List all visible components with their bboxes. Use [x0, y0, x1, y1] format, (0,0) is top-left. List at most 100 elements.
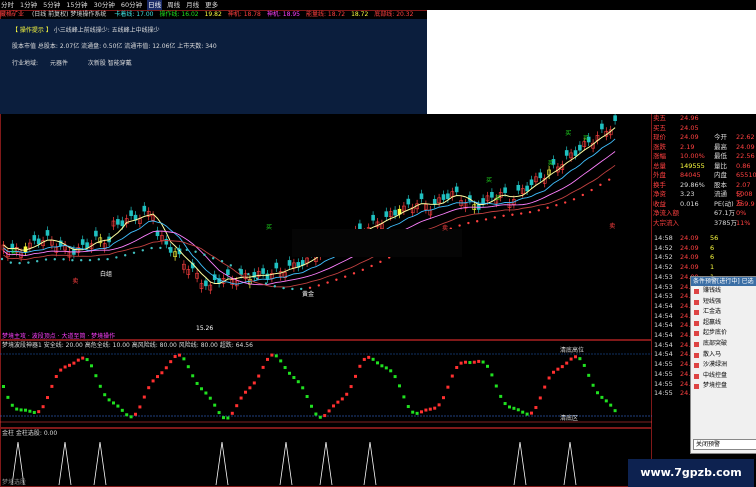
quote-v-4: 10.00% [680, 152, 705, 160]
indicator-bar [314, 412, 318, 416]
indicator-bar [596, 391, 599, 395]
candle-body [129, 210, 133, 217]
alert-popup[interactable]: 条件预警[进行中] 已选股 赚钱线 短线强 汇金选 超赢线 起步底价 底部突破 散入马 沙漠绿… [690, 276, 756, 454]
tab-6[interactable]: 日线 [147, 0, 163, 10]
overlay-title: 【 操作提示 】 [12, 27, 52, 34]
buy-marker-4: 买 [548, 159, 554, 167]
tab-3[interactable]: 15分钟 [65, 0, 88, 10]
tab-4[interactable]: 30分钟 [93, 0, 116, 10]
indicator-bar [521, 410, 525, 414]
tab-2[interactable]: 5分钟 [42, 0, 61, 10]
quote-v2-3: 24.09 [736, 142, 755, 151]
info-item-0: 卡着线: 17.00 [114, 11, 154, 18]
popup-item-9[interactable]: 梦境控盘 [691, 381, 756, 392]
trend-dot [467, 221, 470, 225]
tick-t-11: 14:54 [654, 340, 673, 349]
popup-item-2[interactable]: 汇金选 [691, 307, 756, 318]
tick-t-4: 14:53 [654, 272, 673, 281]
candle-body [538, 172, 543, 179]
popup-item-7[interactable]: 沙漠绿洲 [691, 360, 756, 371]
tab-7[interactable]: 周线 [166, 0, 181, 10]
indicator-bar [195, 381, 199, 385]
indicator-bar [402, 395, 406, 399]
trend-dot [484, 218, 488, 221]
quote-v-2: 24.09 [680, 133, 699, 141]
indicator-bar [94, 374, 98, 378]
quote-l2-7: 股本 [714, 180, 727, 189]
indicator-bar [340, 397, 344, 401]
indicator-bar [134, 412, 137, 416]
indicator-bar [222, 416, 225, 420]
candle-body [358, 223, 362, 230]
info-item-6: 18.72 [351, 11, 369, 18]
popup-item-0[interactable]: 赚钱线 [691, 286, 756, 297]
tick-row-2: 14:52 24.09 6 [652, 253, 756, 262]
quote-l-1: 买五 [653, 123, 666, 132]
quote-v-5: 149555 [680, 161, 705, 170]
trend-dot [18, 261, 21, 265]
trend-dot [599, 183, 602, 187]
popup-item-4[interactable]: 起步底价 [691, 328, 756, 339]
trend-dot [150, 246, 153, 250]
indicator-bar [547, 376, 551, 380]
trend-dot [528, 210, 532, 214]
tab-9[interactable]: 更多 [204, 0, 219, 10]
indicator-bar [32, 410, 36, 414]
popup-title[interactable]: 条件预警[进行中] 已选股 [691, 277, 756, 294]
indicator-bar [464, 360, 467, 364]
quote-l-11: 大宗流入 [653, 218, 679, 227]
volume-header: 金柱 金柱选股: 0.00 [2, 429, 57, 437]
indicator-bar [125, 413, 129, 417]
popup-item-1[interactable]: 短线强 [691, 297, 756, 308]
trend-dot [124, 254, 127, 257]
quote-l-3: 涨跌 [653, 142, 666, 151]
indicator-bar [138, 405, 142, 409]
candle-body [446, 193, 450, 200]
quote-v-7: 29.86% [680, 180, 705, 189]
indicator-bar [332, 404, 335, 408]
ma-line-5 [3, 127, 616, 285]
indicator-bar [274, 354, 278, 358]
quote-v-8: 3.23 [680, 190, 695, 198]
buy-marker-3: 买 [495, 194, 501, 202]
close-alert-button[interactable]: 关闭预警 [693, 439, 756, 450]
candle-body [204, 280, 208, 287]
indicator-bar [349, 385, 353, 389]
indicator-bar [503, 402, 507, 406]
quote-l-8: 净资 [653, 190, 666, 198]
indicator-bar [279, 359, 283, 363]
indicator-bar [358, 364, 362, 368]
tick-p-3: 24.09 [680, 263, 699, 272]
trend-dot [212, 257, 215, 260]
tab-0[interactable]: 分时 [0, 0, 15, 10]
indicator-chart[interactable]: 梦境波段神器1 安全线: 20.00 高危全线: 10.00 高风险线: 80.… [0, 340, 652, 428]
indicator-bar [54, 375, 58, 379]
tab-1[interactable]: 1分钟 [19, 0, 38, 10]
period-toolbar: 分时 1分钟 5分钟 15分钟 30分钟 60分钟 日线 周线 月线 更多 [0, 0, 756, 10]
industry-label: 行业地域: [12, 60, 39, 67]
popup-item-5[interactable]: 底部突破 [691, 339, 756, 350]
quote-v-1: 24.05 [680, 123, 699, 132]
indicator-bar [2, 385, 5, 388]
buy-marker-2: 买 [486, 176, 492, 184]
trend-dot [590, 188, 593, 192]
volume-chart[interactable]: 金柱 金柱选股: 0.00 梦境选股 [0, 428, 652, 487]
quote-l-6: 外盘 [653, 171, 666, 179]
popup-item-8[interactable]: 中线控盘 [691, 371, 756, 382]
indicator-bar [494, 384, 498, 388]
candle-body [94, 230, 98, 237]
tick-v-1: 6 [710, 243, 715, 252]
quote-l2-10: 67.1万 [714, 209, 735, 217]
candle-body [164, 238, 169, 245]
popup-item-6[interactable]: 散入马 [691, 350, 756, 361]
indicator-bar [292, 376, 296, 380]
tab-8[interactable]: 月线 [185, 0, 200, 10]
tab-5[interactable]: 60分钟 [120, 0, 143, 10]
candle-body [454, 186, 459, 193]
buy-marker-1: 买 [266, 223, 272, 231]
trend-dot [344, 275, 347, 278]
indicator-bar [191, 374, 195, 378]
tick-t-1: 14:52 [654, 243, 673, 252]
popup-item-3[interactable]: 超赢线 [691, 318, 756, 329]
quote-row-8: 净资 3.23 流通 5008万 [652, 190, 756, 207]
